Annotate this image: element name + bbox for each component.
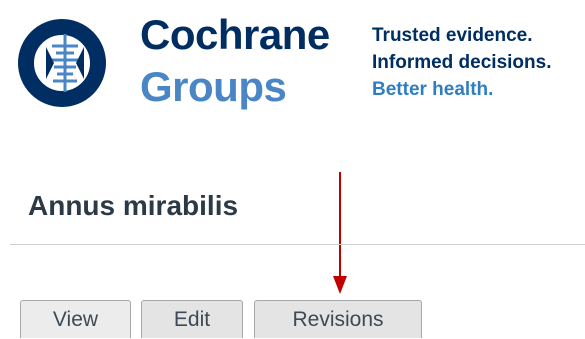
tagline: Trusted evidence. Informed decisions. Be… [372, 22, 551, 103]
brand-name[interactable]: Cochrane [140, 14, 330, 56]
title-divider [10, 244, 585, 245]
page-title: Annus mirabilis [28, 190, 239, 221]
brand-subname[interactable]: Groups [140, 66, 287, 108]
tagline-line-2: Informed decisions. [372, 52, 552, 73]
cochrane-logo-icon[interactable] [10, 12, 124, 114]
tab-edit[interactable]: Edit [141, 300, 243, 338]
tab-view[interactable]: View [20, 300, 131, 338]
tab-revisions[interactable]: Revisions [254, 300, 422, 338]
tagline-line-3: Better health. [372, 79, 494, 100]
annotation-arrow-icon [333, 172, 347, 294]
tagline-line-1: Trusted evidence. [372, 25, 533, 46]
site-header: Cochrane Groups Trusted evidence. Inform… [0, 0, 585, 130]
